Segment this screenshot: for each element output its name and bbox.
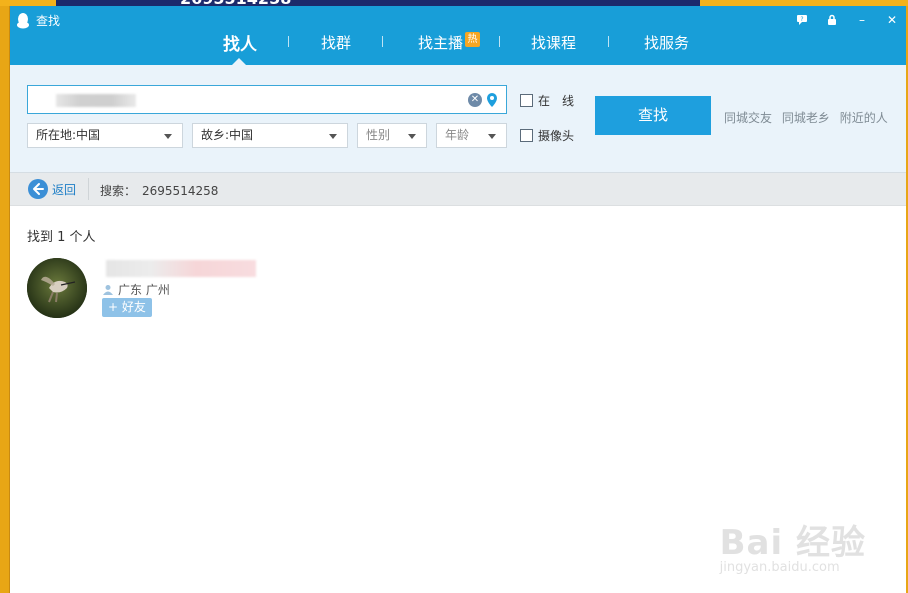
nav-separator xyxy=(382,36,383,47)
hometown-select-value: 故乡:中国 xyxy=(201,128,254,142)
keyword-field[interactable]: ✕ xyxy=(27,85,507,114)
svg-text:?: ? xyxy=(800,16,803,23)
chevron-down-icon xyxy=(164,134,172,139)
tab-find-services[interactable]: 找服务 xyxy=(644,32,689,53)
result-name-redacted xyxy=(106,260,256,277)
online-checkbox-label: 在 线 xyxy=(538,94,575,108)
window-controls: ? – ✕ xyxy=(794,12,900,28)
location-select-value: 所在地:中国 xyxy=(36,128,101,142)
webcam-checkbox[interactable]: 摄像头 xyxy=(520,127,574,144)
search-summary-label: 搜索： xyxy=(100,184,137,198)
tab-find-courses[interactable]: 找课程 xyxy=(531,32,576,53)
nav-tabs: 找人 找群 找主播热 找课程 找服务 xyxy=(10,28,906,65)
chevron-down-icon xyxy=(488,134,496,139)
tab-find-groups[interactable]: 找群 xyxy=(321,32,351,53)
search-summary: 搜索： 2695514258 xyxy=(100,182,218,199)
hot-badge: 热 xyxy=(465,32,481,47)
qq-penguin-icon xyxy=(17,12,29,28)
back-button-label: 返回 xyxy=(52,182,77,197)
back-arrow-icon xyxy=(28,179,48,199)
result-location-text: 广东 广州 xyxy=(118,283,170,297)
back-button[interactable]: 返回 xyxy=(28,179,76,199)
baidu-jingyan-watermark: Bai 经验 jingyan.baidu.com xyxy=(720,515,866,575)
nav-separator xyxy=(288,36,289,47)
chevron-down-icon xyxy=(329,134,337,139)
online-checkbox[interactable]: 在 线 xyxy=(520,92,574,109)
quick-links: 同城交友 同城老乡 附近的人 xyxy=(724,109,894,126)
nav-separator xyxy=(499,36,500,47)
result-location: 广东 广州 xyxy=(102,281,170,298)
clear-icon[interactable]: ✕ xyxy=(468,93,482,107)
keyword-input[interactable] xyxy=(28,86,448,113)
search-summary-keyword: 2695514258 xyxy=(142,184,219,198)
add-friend-button[interactable]: + 好友 xyxy=(102,298,152,317)
hummingbird-avatar-image xyxy=(27,258,87,318)
title-bar: 查找 ? – ✕ 找人 找群 找主播热 找课程 找服务 xyxy=(10,6,906,65)
minimize-button[interactable]: – xyxy=(854,12,870,28)
person-icon xyxy=(103,284,113,295)
result-count: 找到 1 个人 xyxy=(27,230,96,245)
speech-bubble-icon[interactable]: ? xyxy=(794,12,810,28)
nav-separator xyxy=(608,36,609,47)
quick-link-local-friends[interactable]: 同城交友 xyxy=(724,111,772,125)
lock-icon[interactable] xyxy=(824,12,840,28)
checkbox-box[interactable] xyxy=(520,94,533,107)
close-button[interactable]: ✕ xyxy=(884,12,900,28)
quick-link-nearby-people[interactable]: 附近的人 xyxy=(840,111,888,125)
age-select-value: 年龄 xyxy=(445,128,470,142)
quick-link-fellow-townsmen[interactable]: 同城老乡 xyxy=(782,111,830,125)
find-button[interactable]: 查找 xyxy=(595,96,711,135)
app-title: 查找 xyxy=(16,12,60,29)
back-bar: 返回 搜索： 2695514258 xyxy=(10,173,906,206)
tab-find-people[interactable]: 找人 xyxy=(223,30,257,55)
location-pin-icon[interactable] xyxy=(486,92,498,108)
back-bar-divider xyxy=(88,178,89,200)
age-select[interactable]: 年龄 xyxy=(436,123,507,148)
tab-find-streamers-label: 找主播 xyxy=(418,34,464,52)
webcam-checkbox-label: 摄像头 xyxy=(538,129,575,143)
find-window: 查找 ? – ✕ 找人 找群 找主播热 找课程 找服务 ✕ 在 线 摄像头 所在… xyxy=(9,6,906,593)
gender-select-value: 性别 xyxy=(366,128,391,142)
hometown-select[interactable]: 故乡:中国 xyxy=(192,123,348,148)
gender-select[interactable]: 性别 xyxy=(357,123,427,148)
watermark-brand: Bai 经验 xyxy=(719,523,866,563)
avatar[interactable] xyxy=(27,258,87,318)
search-panel: ✕ 在 线 摄像头 所在地:中国 故乡:中国 性别 年龄 查找 同城交友 同城老… xyxy=(10,65,906,173)
tab-find-streamers[interactable]: 找主播热 xyxy=(418,32,481,53)
window-title: 查找 xyxy=(36,14,61,28)
location-select[interactable]: 所在地:中国 xyxy=(27,123,183,148)
active-tab-caret xyxy=(232,58,246,65)
checkbox-box[interactable] xyxy=(520,129,533,142)
chevron-down-icon xyxy=(408,134,416,139)
